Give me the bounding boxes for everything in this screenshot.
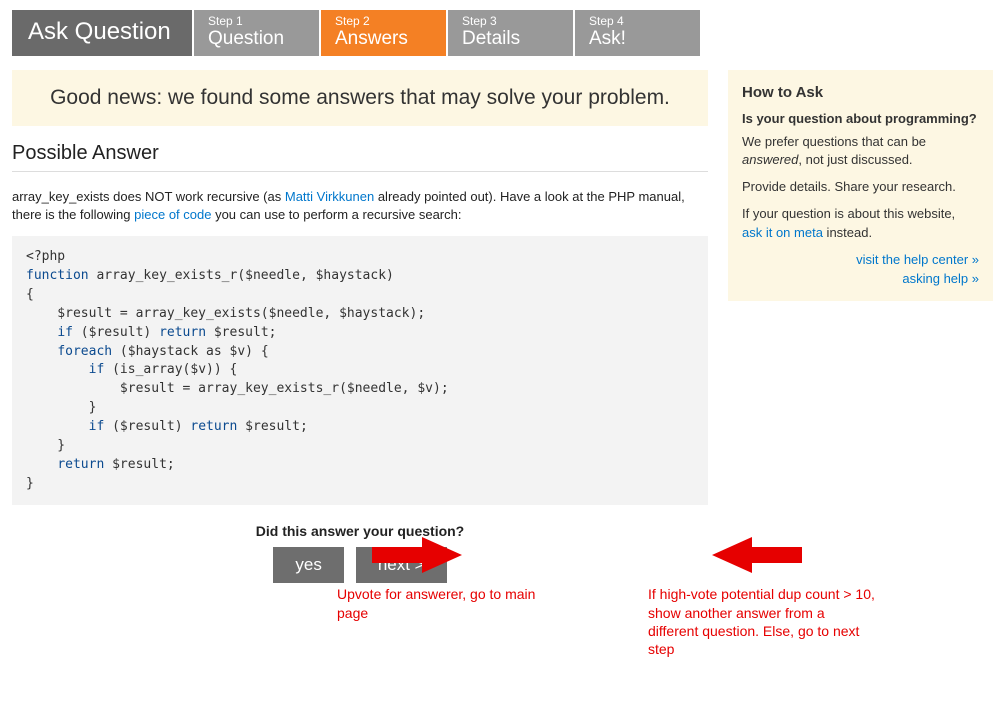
code-line — [26, 344, 57, 359]
code-line: } — [26, 438, 65, 453]
code-line: ($haystack as $v) { — [112, 344, 269, 359]
code-kw: return — [57, 457, 104, 472]
step-label: Step 2 — [335, 14, 432, 28]
answer-text: array_key_exists does NOT work recursive… — [12, 189, 285, 204]
sidebar-text: , not just discussed. — [798, 152, 912, 167]
step-name: Ask! — [589, 28, 686, 50]
code-line: $result; — [104, 457, 174, 472]
code-kw: function — [26, 268, 89, 283]
code-line: $result; — [237, 419, 307, 434]
answer-text: you can use to perform a recursive searc… — [211, 207, 461, 222]
sidebar-p1: We prefer questions that can be answered… — [742, 133, 979, 171]
sidebar-text: If your question is about this website, — [742, 206, 955, 221]
step-question[interactable]: Step 1 Question — [194, 10, 319, 56]
step-answers[interactable]: Step 2 Answers — [321, 10, 446, 56]
annotation-area: Upvote for answerer, go to main page If … — [12, 579, 708, 619]
step-ask[interactable]: Step 4 Ask! — [575, 10, 700, 56]
step-name: Question — [208, 28, 305, 50]
arrow-right-icon — [372, 535, 462, 575]
code-link[interactable]: piece of code — [134, 207, 211, 222]
code-block: <?php function array_key_exists_r($needl… — [12, 236, 708, 505]
help-center-link[interactable]: visit the help center » — [742, 251, 979, 270]
sidebar-p2: Provide details. Share your research. — [742, 178, 979, 197]
author-link[interactable]: Matti Virkkunen — [285, 189, 374, 204]
annotation-right: If high-vote potential dup count > 10, s… — [648, 585, 878, 658]
yes-button[interactable]: yes — [273, 547, 343, 583]
step-details[interactable]: Step 3 Details — [448, 10, 573, 56]
how-to-ask-box: How to Ask Is your question about progra… — [728, 70, 993, 301]
code-line: $result = array_key_exists($needle, $hay… — [26, 306, 425, 321]
wizard-steps: Ask Question Step 1 Question Step 2 Answ… — [12, 10, 993, 56]
step-label: Step 4 — [589, 14, 686, 28]
code-kw: if — [57, 325, 73, 340]
code-kw: if — [89, 419, 105, 434]
code-line: } — [26, 400, 96, 415]
sidebar-em: answered — [742, 152, 798, 167]
code-line — [26, 457, 57, 472]
sidebar-title: How to Ask — [742, 82, 979, 104]
code-line: ($result) — [104, 419, 190, 434]
asking-help-link[interactable]: asking help » — [742, 270, 979, 289]
answer-body: array_key_exists does NOT work recursive… — [12, 188, 708, 224]
code-line: <?php — [26, 249, 65, 264]
code-kw: if — [89, 362, 105, 377]
code-line: $result = array_key_exists_r($needle, $v… — [26, 381, 449, 396]
step-name: Answers — [335, 28, 432, 50]
good-news-banner: Good news: we found some answers that ma… — [12, 70, 708, 126]
code-line: { — [26, 287, 34, 302]
meta-link[interactable]: ask it on meta — [742, 225, 823, 240]
code-line: array_key_exists_r($needle, $haystack) — [89, 268, 394, 283]
sidebar-question: Is your question about programming? — [742, 110, 979, 129]
sidebar-text: We prefer questions that can be — [742, 134, 926, 149]
annotation-left: Upvote for answerer, go to main page — [337, 585, 537, 621]
code-line: (is_array($v)) { — [104, 362, 237, 377]
code-line: } — [26, 476, 34, 491]
code-line — [26, 325, 57, 340]
possible-answer-heading: Possible Answer — [12, 142, 708, 172]
step-name: Details — [462, 28, 559, 50]
prompt-question: Did this answer your question? — [12, 523, 708, 539]
sidebar-p3: If your question is about this website, … — [742, 205, 979, 243]
code-line — [26, 419, 89, 434]
code-kw: return — [159, 325, 206, 340]
code-line: ($result) — [73, 325, 159, 340]
arrow-left-icon — [712, 535, 802, 575]
code-line: $result; — [206, 325, 276, 340]
code-kw: foreach — [57, 344, 112, 359]
wizard-title: Ask Question — [12, 10, 192, 56]
button-row: yes next > — [12, 547, 708, 583]
step-label: Step 1 — [208, 14, 305, 28]
sidebar-text: instead. — [823, 225, 872, 240]
code-kw: return — [190, 419, 237, 434]
step-label: Step 3 — [462, 14, 559, 28]
code-line — [26, 362, 89, 377]
